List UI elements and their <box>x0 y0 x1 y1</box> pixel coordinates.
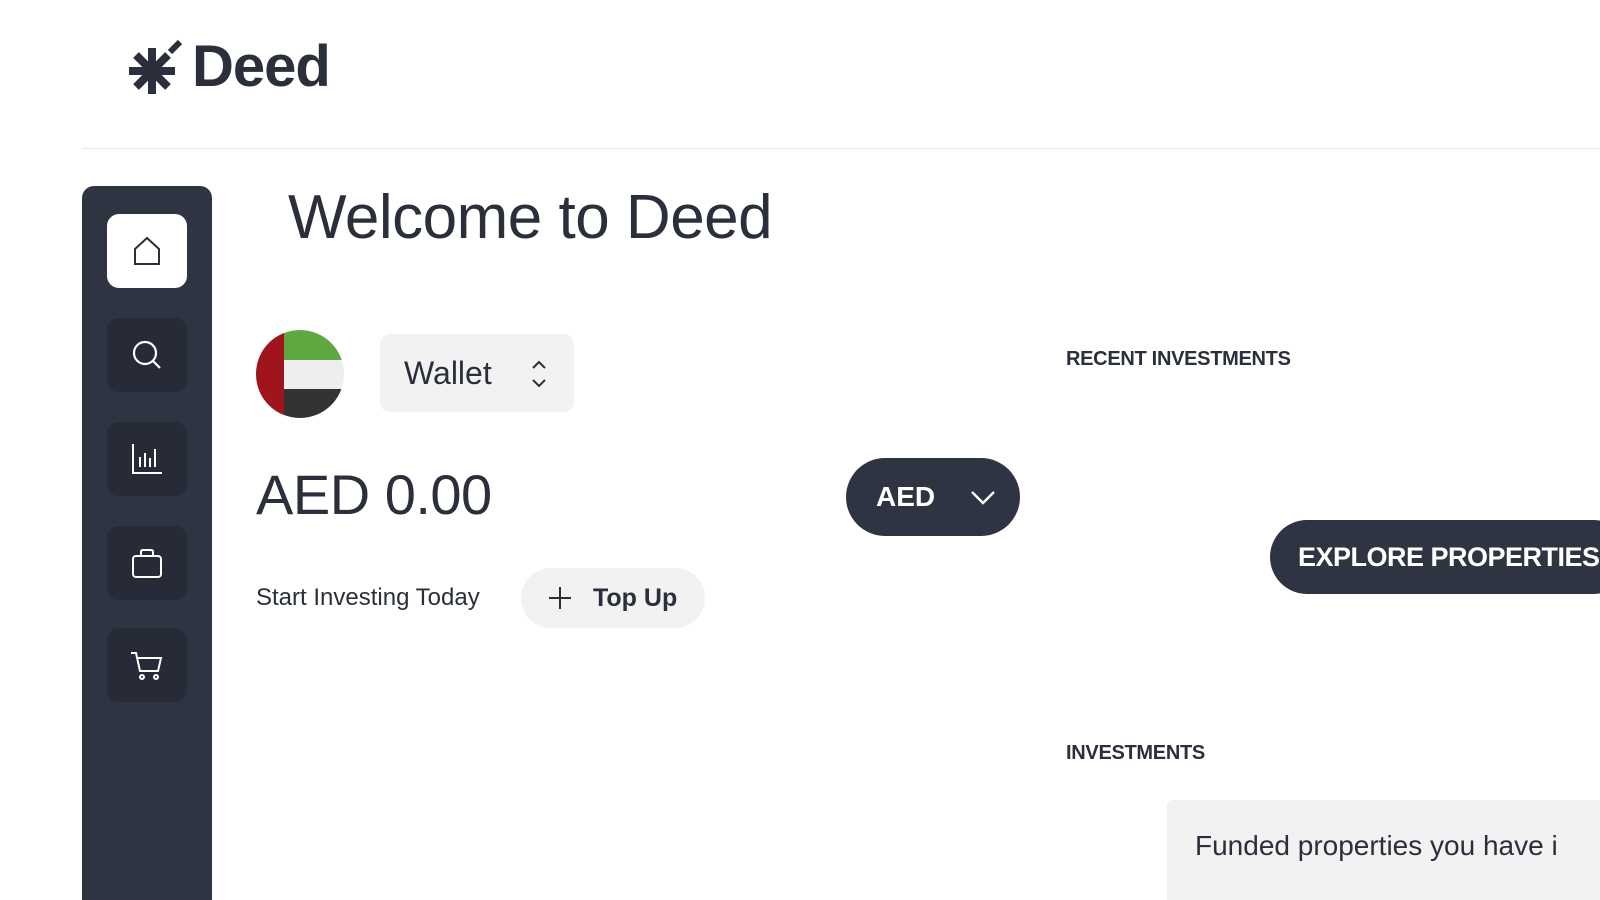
sidebar-item-home[interactable] <box>107 214 187 288</box>
wallet-selector-label: Wallet <box>404 354 492 391</box>
chevron-up-down-icon <box>532 360 546 388</box>
cart-icon <box>131 652 163 680</box>
wallet-selector[interactable]: Wallet <box>380 334 574 412</box>
home-icon <box>134 236 160 265</box>
currency-label: AED <box>876 481 936 512</box>
funded-properties-text: Funded properties you have i <box>1195 830 1558 861</box>
start-investing-text: Start Investing Today <box>256 584 480 611</box>
recent-investments-title: RECENT INVESTMENTS <box>1066 348 1291 370</box>
page-title: Welcome to Deed <box>288 183 773 252</box>
funded-properties-card: Funded properties you have i <box>1167 800 1600 900</box>
logo-text: Deed <box>192 34 331 99</box>
explore-properties-label: EXPLORE PROPERTIES <box>1298 541 1600 572</box>
deed-logo[interactable]: Deed <box>126 34 331 99</box>
chevron-down-icon <box>971 491 995 505</box>
wallet-balance: AED 0.00 <box>256 463 492 526</box>
currency-dropdown[interactable]: AED <box>846 458 1020 536</box>
sidebar-nav <box>82 186 212 900</box>
explore-properties-button[interactable]: EXPLORE PROPERTIES <box>1270 520 1600 594</box>
uae-flag-icon <box>256 330 344 418</box>
app-page: Deed Welcome to Deed Wallet AED 0.00 AED… <box>0 0 1600 900</box>
sidebar-item-portfolio[interactable] <box>107 422 187 496</box>
top-up-button[interactable]: Top Up <box>521 568 705 628</box>
top-up-label: Top Up <box>593 583 678 612</box>
asterisk-logo-icon <box>129 39 182 94</box>
sidebar-item-cart[interactable] <box>107 628 187 702</box>
chart-icon <box>132 444 162 474</box>
top-header: Deed <box>0 0 1600 150</box>
header-divider <box>82 148 1600 149</box>
plus-icon <box>549 587 571 609</box>
search-icon <box>132 340 161 369</box>
investments-title: INVESTMENTS <box>1066 742 1205 764</box>
sidebar-item-search[interactable] <box>107 318 187 392</box>
briefcase-icon <box>132 549 162 578</box>
sidebar-item-wallet[interactable] <box>107 526 187 600</box>
